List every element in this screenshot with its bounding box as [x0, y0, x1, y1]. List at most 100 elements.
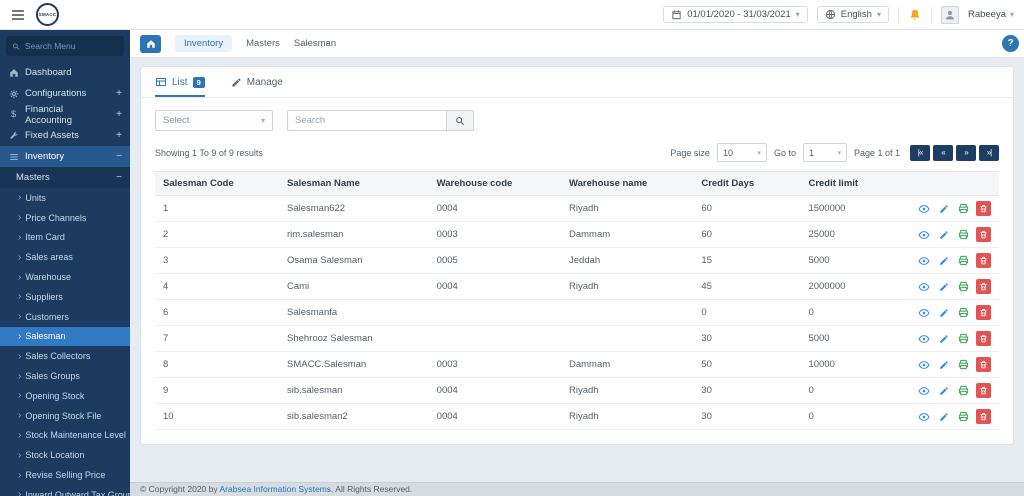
sidebar-item-opening-stock[interactable]: › Opening Stock: [0, 386, 130, 406]
sidebar-item-configurations[interactable]: Configurations +: [0, 83, 130, 104]
print-button[interactable]: [956, 279, 971, 294]
select-value: Select: [163, 115, 190, 126]
sidebar-item-inward-outward-tax-group[interactable]: › Inward Outward Tax Group: [0, 485, 130, 496]
credit-days-cell: 30: [693, 377, 801, 404]
sidebar-item-label: Configurations: [25, 88, 87, 99]
breadcrumb-item-inventory[interactable]: Inventory: [175, 35, 233, 52]
sidebar-search-input[interactable]: [24, 41, 118, 51]
sidebar-item-sales-groups[interactable]: › Sales Groups: [0, 366, 130, 386]
view-button[interactable]: [916, 357, 931, 372]
edit-button[interactable]: [936, 409, 951, 424]
delete-button[interactable]: [976, 201, 991, 216]
print-button[interactable]: [956, 383, 971, 398]
edit-button[interactable]: [936, 357, 951, 372]
column-header-actions: [907, 171, 999, 196]
sidebar-item-revise-selling-price[interactable]: › Revise Selling Price: [0, 465, 130, 485]
delete-button[interactable]: [976, 409, 991, 424]
date-range-value: 01/01/2020 - 31/03/2021: [687, 9, 791, 20]
view-button[interactable]: [916, 201, 931, 216]
sidebar-item-units[interactable]: › Units: [0, 188, 130, 208]
company-link[interactable]: Arabsea Information Systems: [220, 484, 332, 494]
view-button[interactable]: [916, 279, 931, 294]
first-page-button[interactable]: |«: [910, 144, 930, 161]
search-input[interactable]: [287, 110, 447, 131]
sidebar-item-financial-accounting[interactable]: $ Financial Accounting +: [0, 104, 130, 126]
search-icon: [455, 116, 465, 126]
sidebar-item-stock-maintenance-level[interactable]: › Stock Maintenance Level: [0, 426, 130, 446]
salesman-code-cell: 8: [155, 351, 279, 378]
edit-button[interactable]: [936, 305, 951, 320]
sidebar-item-label: Revise Selling Price: [25, 470, 106, 481]
goto-page-select[interactable]: 1 ▾: [802, 143, 847, 162]
user-avatar[interactable]: [940, 5, 959, 24]
delete-button[interactable]: [976, 331, 991, 346]
tab-list[interactable]: List 9: [155, 76, 205, 97]
sidebar-item-stock-location[interactable]: › Stock Location: [0, 445, 130, 465]
submenu-arrow-icon: ›: [18, 271, 22, 283]
breadcrumb-item-masters[interactable]: Masters: [246, 38, 280, 49]
view-button[interactable]: [916, 331, 931, 346]
sidebar-item-masters[interactable]: Masters −: [0, 167, 130, 188]
sidebar-item-sales-areas[interactable]: › Sales areas: [0, 247, 130, 267]
printer-icon: [958, 203, 969, 214]
date-range-picker[interactable]: 01/01/2020 - 31/03/2021 ▾: [663, 6, 808, 23]
edit-button[interactable]: [936, 227, 951, 242]
next-page-button[interactable]: »: [956, 144, 976, 161]
edit-button[interactable]: [936, 331, 951, 346]
print-button[interactable]: [956, 305, 971, 320]
print-button[interactable]: [956, 331, 971, 346]
edit-button[interactable]: [936, 279, 951, 294]
delete-button[interactable]: [976, 357, 991, 372]
delete-button[interactable]: [976, 279, 991, 294]
sidebar-item-price-channels[interactable]: › Price Channels: [0, 208, 130, 228]
globe-icon: [825, 9, 836, 20]
sidebar-item-opening-stock-file[interactable]: › Opening Stock File: [0, 406, 130, 426]
sidebar-item-suppliers[interactable]: › Suppliers: [0, 287, 130, 307]
pagination: Page size 10 ▾ Go to 1 ▾ Page 1 of 1 |« …: [670, 143, 999, 162]
sidebar-item-salesman[interactable]: › Salesman: [0, 326, 130, 347]
last-page-button[interactable]: »|: [979, 144, 999, 161]
sidebar-item-customers[interactable]: › Customers: [0, 307, 130, 327]
view-button[interactable]: [916, 305, 931, 320]
filter-field-select[interactable]: Select ▾: [155, 110, 273, 131]
sidebar-item-sales-collectors[interactable]: › Sales Collectors: [0, 346, 130, 366]
print-button[interactable]: [956, 357, 971, 372]
help-button[interactable]: ?: [1002, 35, 1019, 52]
page-size-select[interactable]: 10 ▾: [716, 143, 767, 162]
home-breadcrumb-button[interactable]: [140, 34, 161, 53]
previous-page-button[interactable]: «: [933, 144, 953, 161]
credit-limit-cell: 0: [800, 299, 908, 326]
view-button[interactable]: [916, 253, 931, 268]
edit-button[interactable]: [936, 201, 951, 216]
print-button[interactable]: [956, 253, 971, 268]
user-menu[interactable]: Rabeeya ▾: [968, 9, 1014, 20]
edit-button[interactable]: [936, 253, 951, 268]
print-button[interactable]: [956, 201, 971, 216]
credit-limit-cell: 25000: [800, 221, 908, 248]
notification-icon[interactable]: [908, 8, 922, 22]
delete-button[interactable]: [976, 383, 991, 398]
language-selector[interactable]: English ▾: [816, 6, 889, 23]
view-button[interactable]: [916, 383, 931, 398]
view-button[interactable]: [916, 409, 931, 424]
edit-button[interactable]: [936, 383, 951, 398]
sidebar-item-label: Sales areas: [25, 252, 73, 263]
divider: [930, 6, 932, 23]
delete-button[interactable]: [976, 305, 991, 320]
sidebar-item-item-card[interactable]: › Item Card: [0, 228, 130, 248]
delete-button[interactable]: [976, 227, 991, 242]
breadcrumb-item-salesman[interactable]: Salesman: [294, 38, 336, 49]
print-button[interactable]: [956, 227, 971, 242]
delete-button[interactable]: [976, 253, 991, 268]
sidebar-item-inventory[interactable]: Inventory −: [0, 146, 130, 167]
search-button[interactable]: [447, 110, 474, 131]
sidebar-item-warehouse[interactable]: › Warehouse: [0, 267, 130, 287]
app-logo[interactable]: SMACC: [36, 3, 59, 26]
sidebar-search[interactable]: [6, 36, 124, 56]
print-button[interactable]: [956, 409, 971, 424]
hamburger-menu-icon[interactable]: [10, 6, 28, 24]
view-button[interactable]: [916, 227, 931, 242]
sidebar-item-fixed-assets[interactable]: Fixed Assets +: [0, 125, 130, 146]
sidebar-item-dashboard[interactable]: Dashboard: [0, 62, 130, 83]
tab-manage[interactable]: Manage: [231, 76, 283, 97]
